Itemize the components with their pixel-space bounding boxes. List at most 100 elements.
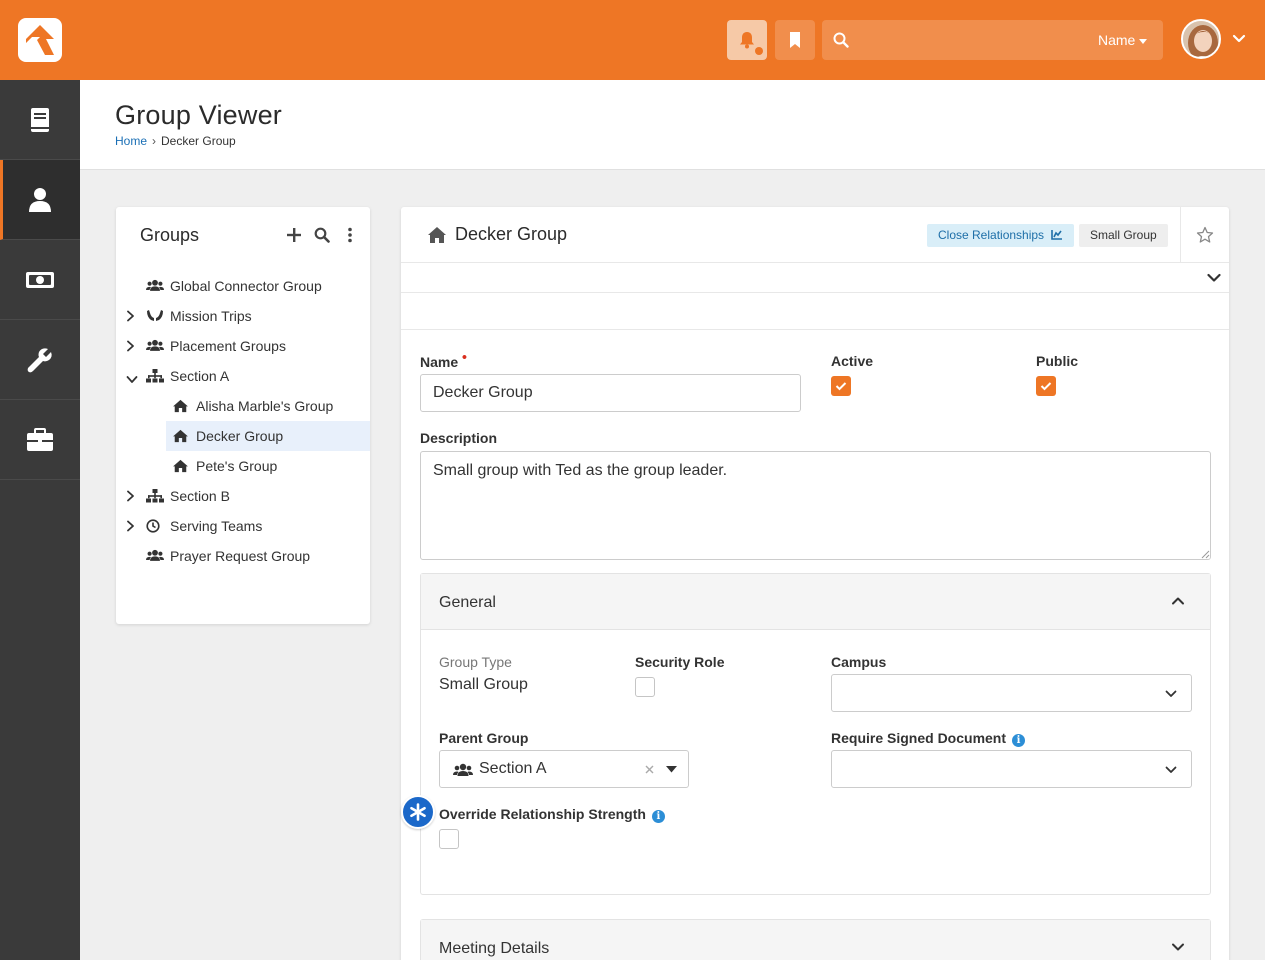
tree-item-label: Mission Trips	[170, 308, 252, 324]
details-toggle-bar[interactable]	[401, 263, 1229, 293]
bookmark-icon	[790, 32, 800, 48]
require-signed-document-label-text: Require Signed Document	[831, 730, 1007, 746]
tree-item[interactable]: Placement Groups	[116, 331, 370, 361]
description-label: Description	[420, 430, 498, 446]
chevron-right-icon[interactable]	[126, 339, 135, 355]
security-role-checkbox[interactable]	[635, 677, 655, 697]
check-icon	[1040, 382, 1052, 391]
sidebar-item-book[interactable]	[0, 80, 80, 160]
search-input[interactable]	[862, 28, 1082, 52]
chevron-up-icon	[1172, 597, 1184, 605]
public-checkbox[interactable]	[1036, 376, 1056, 396]
sidebar	[0, 80, 80, 960]
required-indicator: •	[462, 348, 467, 365]
name-input[interactable]	[420, 374, 801, 412]
search-scope-dropdown[interactable]: Name	[1098, 32, 1148, 48]
money-bill-icon	[26, 272, 54, 288]
info-icon[interactable]: i	[1012, 734, 1026, 747]
callout-marker	[401, 795, 435, 829]
chevron-right-icon[interactable]	[126, 489, 135, 505]
group-detail-header: Decker Group Close Relationships Small G…	[401, 207, 1229, 263]
general-section-title: General	[439, 594, 496, 611]
notifications-button[interactable]	[727, 20, 767, 60]
name-label-text: Name	[420, 354, 459, 370]
wrench-icon	[27, 348, 52, 373]
require-signed-document-select[interactable]	[831, 750, 1192, 788]
tree-item[interactable]: Pete's Group	[116, 451, 370, 481]
chevron-down-icon[interactable]	[126, 371, 138, 387]
general-section-header[interactable]: General	[421, 574, 1210, 630]
description-textarea[interactable]: Small group with Ted as the group leader…	[420, 451, 1211, 560]
close-relationships-badge[interactable]: Close Relationships	[927, 224, 1075, 247]
chevron-down-icon	[1207, 273, 1221, 282]
tree-item-label: Section A	[170, 368, 230, 384]
tree-item-label: Global Connector Group	[170, 278, 322, 294]
tree-item[interactable]: Decker Group	[166, 421, 370, 451]
group-title: Decker Group	[455, 224, 568, 244]
breadcrumb-home-link[interactable]: Home	[115, 134, 147, 148]
bell-icon	[740, 32, 754, 49]
meeting-details-title: Meeting Details	[439, 940, 550, 957]
public-label: Public	[1036, 353, 1079, 369]
sidebar-item-people[interactable]	[0, 160, 80, 240]
meeting-details-header[interactable]: Meeting Details	[421, 920, 1210, 960]
breadcrumb-separator-icon: ›	[152, 134, 157, 148]
active-label: Active	[831, 353, 874, 369]
tree-item-label: Serving Teams	[170, 518, 263, 534]
parent-group-picker[interactable]: Section A	[439, 750, 689, 788]
clock-icon	[146, 519, 160, 536]
caret-down-icon	[1139, 38, 1148, 44]
campus-select[interactable]	[831, 674, 1192, 712]
more-options-icon[interactable]	[342, 227, 358, 243]
avatar[interactable]	[1181, 19, 1221, 59]
notification-dot	[755, 47, 763, 55]
tree-item-label: Decker Group	[196, 428, 284, 444]
sitemap-icon	[146, 489, 164, 506]
tree-item[interactable]: Section B	[116, 481, 370, 511]
breadcrumb: Home › Decker Group	[115, 134, 236, 148]
avatar-image	[1183, 21, 1219, 57]
home-icon	[428, 227, 446, 243]
tree-item[interactable]: Global Connector Group	[116, 271, 370, 301]
chevron-right-icon[interactable]	[126, 519, 135, 535]
breadcrumb-current: Decker Group	[161, 134, 236, 148]
tree-item[interactable]: Serving Teams	[116, 511, 370, 541]
meeting-details-section: Meeting Details	[420, 919, 1211, 960]
resize-handle-icon[interactable]	[1201, 550, 1210, 559]
chevron-right-icon[interactable]	[126, 309, 135, 325]
chevron-down-icon	[1172, 943, 1184, 951]
tree-item[interactable]: Prayer Request Group	[116, 541, 370, 571]
search-scope-label: Name	[1098, 32, 1136, 48]
clear-icon[interactable]	[645, 765, 654, 774]
sidebar-item-admin[interactable]	[0, 400, 80, 480]
require-signed-document-label: Require Signed Document i	[831, 730, 1026, 747]
page-header: Group Viewer Home › Decker Group	[80, 80, 1265, 170]
parent-group-value: Section A	[479, 760, 547, 777]
search-groups-icon[interactable]	[314, 227, 330, 243]
tree-item[interactable]: Section A	[116, 361, 370, 391]
info-icon[interactable]: i	[651, 810, 665, 823]
user-icon	[29, 188, 51, 212]
briefcase-icon	[27, 428, 53, 451]
page-title: Group Viewer	[115, 100, 282, 130]
add-group-icon[interactable]	[286, 227, 302, 243]
divider	[401, 329, 1229, 330]
follow-star-button[interactable]	[1180, 207, 1229, 263]
tree-item[interactable]: Mission Trips	[116, 301, 370, 331]
active-checkbox[interactable]	[831, 376, 851, 396]
check-icon	[835, 382, 847, 391]
close-relationships-label: Close Relationships	[938, 228, 1045, 242]
top-bar: Name	[0, 0, 1265, 80]
chevron-down-icon[interactable]	[1232, 32, 1246, 46]
rock-logo[interactable]	[18, 18, 62, 62]
general-section: General Group Type Small Group Security …	[420, 573, 1211, 895]
override-relationship-strength-label: Override Relationship Strength i	[439, 806, 665, 823]
tree-item[interactable]: Alisha Marble's Group	[116, 391, 370, 421]
sidebar-item-tools[interactable]	[0, 320, 80, 400]
override-relationship-strength-checkbox[interactable]	[439, 829, 459, 849]
sidebar-item-finance[interactable]	[0, 240, 80, 320]
groups-panel-title: Groups	[140, 225, 200, 245]
tree-item-label: Pete's Group	[196, 458, 278, 474]
bookmarks-button[interactable]	[775, 20, 815, 60]
hands-icon	[146, 309, 164, 325]
